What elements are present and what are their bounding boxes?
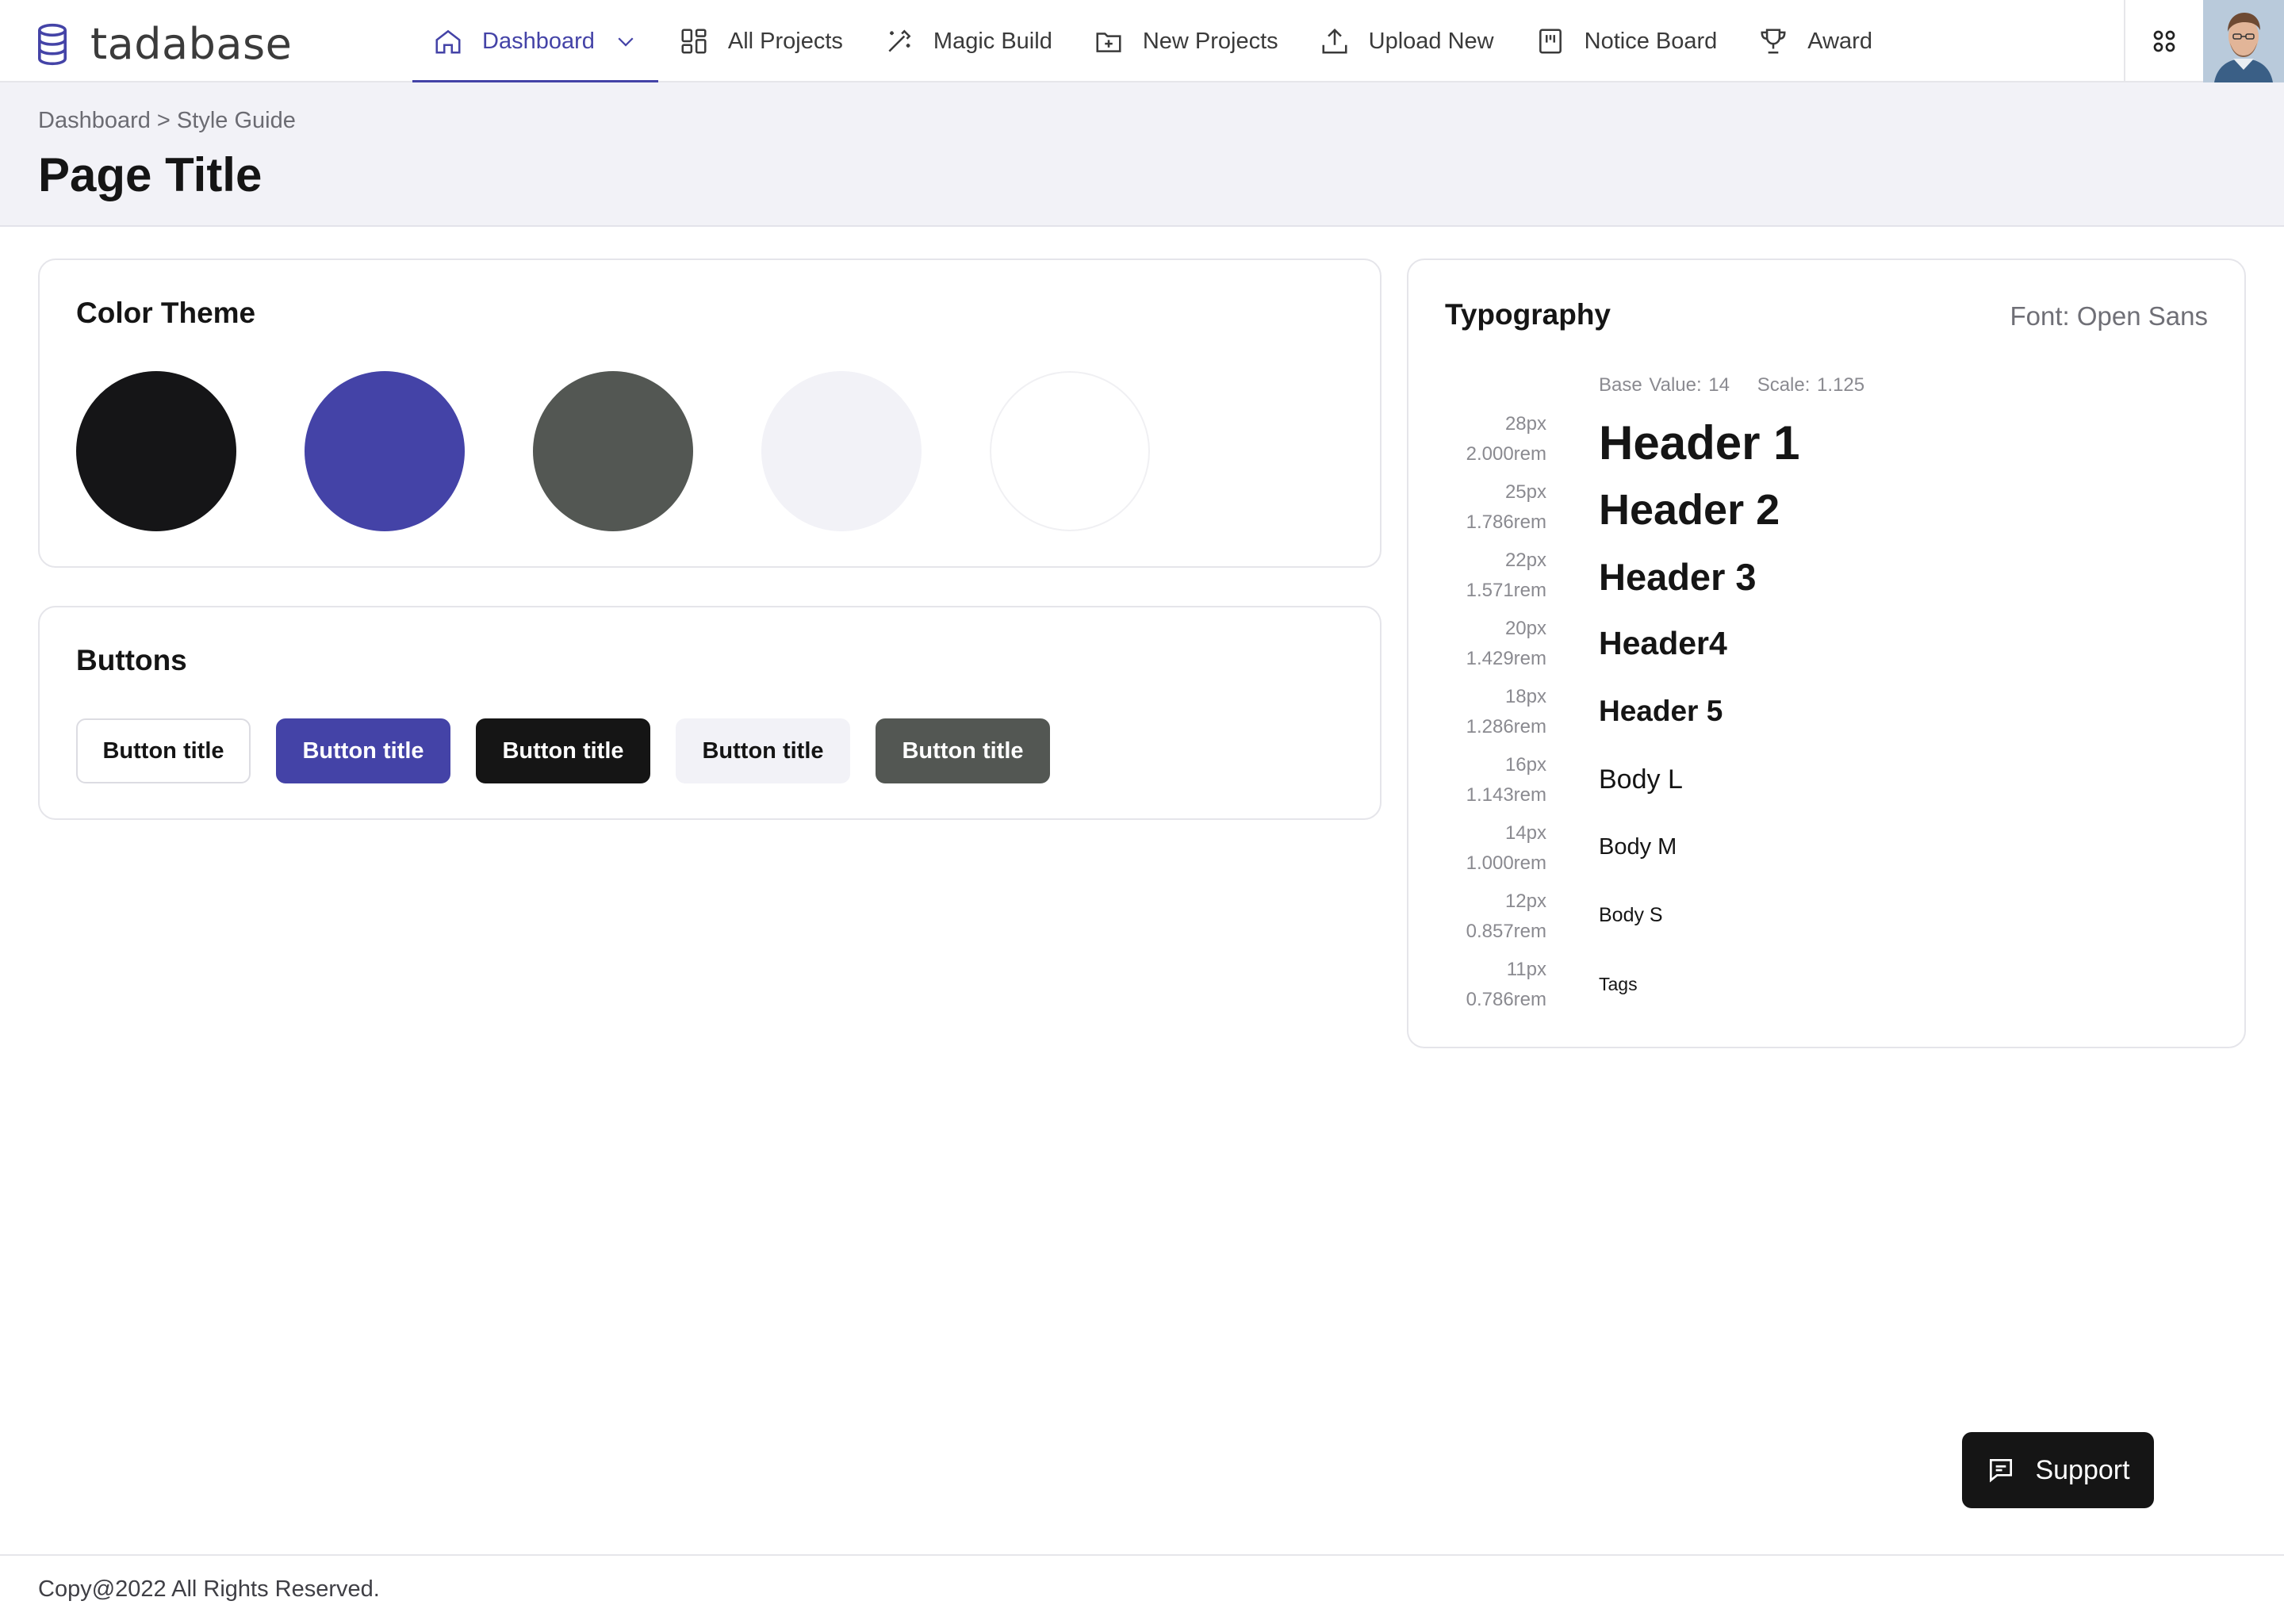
type-row: 20px 1.429rem Header4 <box>1408 614 2248 682</box>
color-theme-card: Color Theme <box>38 259 1382 568</box>
nav-item-award[interactable]: Award <box>1738 0 1893 82</box>
sample-button-outline[interactable]: Button title <box>76 718 251 783</box>
color-swatch[interactable] <box>990 371 1150 531</box>
type-sample: Header 3 <box>1599 556 1757 598</box>
color-swatch[interactable] <box>305 371 465 531</box>
nav-item-all-projects[interactable]: All Projects <box>658 0 864 82</box>
type-row: 16px 1.143rem Body L <box>1408 750 2248 818</box>
nav-label: Upload New <box>1368 28 1494 54</box>
type-size: 14px 1.000rem <box>1466 822 1546 874</box>
home-icon <box>435 29 461 54</box>
type-row: 28px 2.000rem Header 1 <box>1408 409 2248 477</box>
logo-text: tadabase <box>90 19 293 69</box>
nav-label: New Projects <box>1142 28 1278 54</box>
logo[interactable]: tadabase <box>35 19 292 69</box>
magic-wand-icon <box>888 29 911 52</box>
avatar[interactable] <box>2203 0 2284 82</box>
support-button[interactable]: Support <box>1962 1432 2154 1508</box>
type-size: 20px 1.429rem <box>1466 618 1546 669</box>
type-row: 11px 0.786rem Tags <box>1408 955 2248 1023</box>
type-size: 22px 1.571rem <box>1466 550 1546 601</box>
apps-button[interactable] <box>2124 0 2203 82</box>
card-title: Typography <box>1445 298 1611 331</box>
font-name: Font: Open Sans <box>2010 301 2208 331</box>
nav-label: Award <box>1807 28 1872 54</box>
sample-button-primary[interactable]: Button title <box>276 718 450 783</box>
type-scale-meta: Base Value: 14 Scale: 1.125 <box>1599 374 1864 396</box>
type-sample: Header 1 <box>1599 416 1800 469</box>
type-size: 11px 0.786rem <box>1466 959 1546 1010</box>
nav-item-notice-board[interactable]: Notice Board <box>1515 0 1738 82</box>
chat-icon <box>1990 1458 2013 1483</box>
type-sample: Header 5 <box>1599 695 1723 727</box>
chevron-down-icon <box>618 37 634 47</box>
type-sample: Body L <box>1599 764 1683 795</box>
scale-value: Scale: 1.125 <box>1757 374 1865 396</box>
base-value: Base Value: 14 <box>1599 374 1730 396</box>
footer: Copy@2022 All Rights Reserved. <box>0 1554 2284 1624</box>
nav-label: Magic Build <box>933 28 1052 54</box>
type-row: 18px 1.286rem Header 5 <box>1408 682 2248 750</box>
type-size: 25px 1.786rem <box>1466 481 1546 533</box>
buttons-card: Buttons Button title Button title Button… <box>38 606 1382 820</box>
type-row: 22px 1.571rem Header 3 <box>1408 546 2248 614</box>
page-header: Dashboard > Style Guide Page Title <box>0 82 2284 227</box>
page-title: Page Title <box>38 148 263 201</box>
type-size: 16px 1.143rem <box>1466 754 1546 806</box>
breadcrumb[interactable]: Dashboard > Style Guide <box>38 108 296 134</box>
user-photo-icon <box>2203 0 2284 82</box>
nav-item-magic-build[interactable]: Magic Build <box>864 0 1073 82</box>
type-sample: Header4 <box>1599 625 1727 661</box>
nav-label: All Projects <box>727 28 843 54</box>
top-bar: tadabase Dashboard All Projects Magic Bu… <box>0 0 2284 84</box>
app-root: tadabase Dashboard All Projects Magic Bu… <box>0 0 2284 1624</box>
nav-item-new-projects[interactable]: New Projects <box>1073 0 1299 82</box>
type-sample: Tags <box>1599 974 1638 994</box>
apps-grid-icon <box>2153 30 2175 52</box>
color-swatch[interactable] <box>533 371 693 531</box>
footer-copyright: Copy@2022 All Rights Reserved. <box>38 1576 380 1602</box>
main-nav: Dashboard All Projects Magic Build New P… <box>412 0 1893 84</box>
type-row: 14px 1.000rem Body M <box>1408 818 2248 887</box>
type-sample: Body S <box>1599 904 1663 926</box>
database-icon <box>38 23 67 65</box>
support-label: Support <box>2035 1454 2130 1485</box>
typography-card: Typography Font: Open Sans Base Value: 1… <box>1407 259 2246 1048</box>
type-sample: Header 2 <box>1599 486 1780 534</box>
nav-label: Dashboard <box>482 28 595 54</box>
card-title: Color Theme <box>76 297 256 329</box>
sample-button-light[interactable]: Button title <box>676 718 850 783</box>
type-size: 28px 2.000rem <box>1466 413 1546 465</box>
type-row: 25px 1.786rem Header 2 <box>1408 477 2248 546</box>
type-sample: Body M <box>1599 834 1677 860</box>
grid-icon <box>681 29 707 54</box>
card-title: Buttons <box>76 644 187 676</box>
sample-button-secondary[interactable]: Button title <box>876 718 1050 783</box>
type-row: 12px 0.857rem Body S <box>1408 887 2248 955</box>
trophy-icon <box>1761 29 1786 54</box>
color-swatch[interactable] <box>761 371 922 531</box>
type-size: 18px 1.286rem <box>1466 686 1546 737</box>
nav-item-upload-new[interactable]: Upload New <box>1299 0 1515 82</box>
sample-button-dark[interactable]: Button title <box>476 718 650 783</box>
type-size: 12px 0.857rem <box>1466 891 1546 942</box>
board-icon <box>1539 29 1562 54</box>
nav-item-dashboard[interactable]: Dashboard <box>412 0 658 84</box>
color-swatch[interactable] <box>76 371 236 531</box>
nav-label: Notice Board <box>1584 28 1718 54</box>
folder-plus-icon <box>1096 33 1121 52</box>
upload-icon <box>1322 28 1347 54</box>
